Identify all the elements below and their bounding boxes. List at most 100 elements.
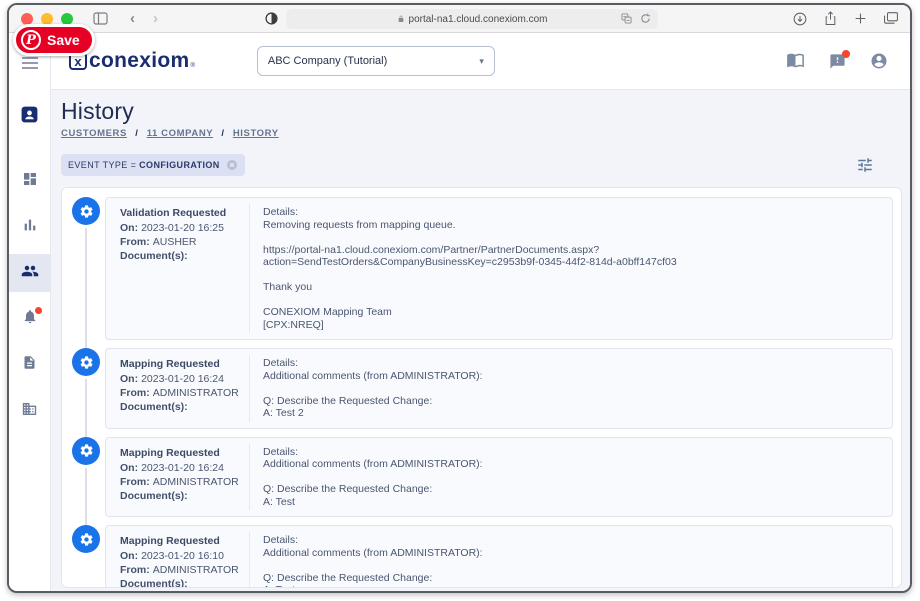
details-body: Removing requests from mapping queue. ht… — [263, 219, 876, 332]
app-body: x conexiom ® ABC Company (Tutorial) ▾ — [9, 33, 910, 593]
filter-row: EVENT TYPE = CONFIGURATION — [61, 154, 902, 176]
new-tab-icon[interactable] — [854, 12, 867, 25]
browser-window: ‹ › portal-na1.cloud.conexiom.com — [7, 3, 912, 593]
downloads-icon[interactable] — [793, 12, 807, 26]
share-icon[interactable] — [824, 11, 837, 26]
breadcrumb-link-company[interactable]: 11 COMPANY — [147, 128, 213, 139]
forward-button[interactable]: › — [153, 10, 158, 27]
sidebar-toggle-icon[interactable] — [93, 12, 108, 25]
breadcrumb-link-history[interactable]: HISTORY — [233, 128, 279, 139]
logo-wordmark: conexiom — [89, 49, 189, 73]
event-title: Mapping Requested — [120, 357, 241, 371]
filter-chip-label: EVENT TYPE = CONFIGURATION — [68, 160, 220, 170]
configuration-gear-icon — [72, 437, 100, 465]
details-body: Additional comments (from ADMINISTRATOR)… — [263, 370, 876, 420]
sidebar-item-documents[interactable] — [9, 346, 51, 384]
event-documents-label: Document(s): — [120, 577, 238, 588]
notification-dot — [35, 307, 42, 314]
dashboard-icon — [22, 171, 38, 192]
pinterest-save-button[interactable]: P Save — [13, 24, 95, 56]
minimize-window-button[interactable] — [41, 13, 53, 25]
app-header: x conexiom ® ABC Company (Tutorial) ▾ — [51, 33, 910, 90]
tab-overview-icon[interactable] — [884, 12, 898, 25]
event-title: Mapping Requested — [120, 534, 241, 548]
bar-chart-icon — [22, 217, 38, 238]
timeline-column — [67, 197, 105, 340]
event-title: Mapping Requested — [120, 446, 241, 460]
event-title: Validation Requested — [120, 206, 241, 220]
history-events-panel: Validation Requested On:2023-01-20 16:25… — [61, 187, 902, 588]
chip-close-icon[interactable] — [226, 159, 238, 171]
filter-chip-event-type[interactable]: EVENT TYPE = CONFIGURATION — [61, 154, 245, 176]
window-controls — [21, 13, 73, 25]
event-meta: Mapping Requested On:2023-01-20 16:24 Fr… — [118, 444, 250, 511]
help-book-icon[interactable] — [786, 53, 805, 69]
event-from-value: ADMINISTRATOR — [153, 564, 239, 576]
pinterest-save-label: Save — [47, 32, 80, 48]
event-from-value: ADMINISTRATOR — [153, 387, 239, 399]
event-card: Validation Requested On:2023-01-20 16:25… — [105, 197, 893, 340]
document-icon — [22, 354, 37, 376]
details-label: Details: — [263, 206, 876, 219]
details-label: Details: — [263, 357, 876, 370]
sidebar-item-company[interactable] — [9, 392, 51, 430]
event-row: Mapping Requested On:2023-01-20 16:10 Fr… — [67, 525, 893, 588]
sidebar-item-notifications[interactable] — [9, 300, 51, 338]
customers-people-icon — [21, 262, 39, 285]
contact-card-icon — [20, 105, 39, 129]
back-button[interactable]: ‹ — [130, 10, 135, 27]
account-icon[interactable] — [870, 52, 888, 70]
privacy-report-icon[interactable] — [265, 12, 278, 25]
details-body: Additional comments (from ADMINISTRATOR)… — [263, 458, 876, 508]
lock-icon — [397, 14, 405, 24]
timeline-column — [67, 437, 105, 518]
pinterest-logo-icon: P — [21, 30, 41, 50]
configuration-gear-icon — [72, 525, 100, 553]
event-from-value: ADMINISTRATOR — [153, 476, 239, 488]
details-body: Additional comments (from ADMINISTRATOR)… — [263, 547, 876, 589]
reload-icon[interactable] — [640, 13, 651, 24]
details-label: Details: — [263, 534, 876, 547]
browser-toolbar: ‹ › portal-na1.cloud.conexiom.com — [9, 5, 910, 33]
filter-settings-icon[interactable] — [856, 156, 874, 174]
address-url: portal-na1.cloud.conexiom.com — [409, 14, 548, 25]
sidebar-item-contact[interactable] — [9, 98, 51, 136]
building-icon — [21, 401, 38, 422]
event-details: Details: Removing requests from mapping … — [250, 204, 880, 333]
event-meta: Validation Requested On:2023-01-20 16:25… — [118, 204, 250, 333]
event-row: Mapping Requested On:2023-01-20 16:24 Fr… — [67, 437, 893, 518]
address-bar[interactable]: portal-na1.cloud.conexiom.com — [286, 9, 658, 29]
breadcrumb-link-customers[interactable]: CUSTOMERS — [61, 128, 127, 139]
timeline-column — [67, 348, 105, 429]
close-window-button[interactable] — [21, 13, 33, 25]
feedback-icon[interactable] — [829, 53, 846, 70]
sidebar-item-analytics[interactable] — [9, 208, 51, 246]
registered-mark: ® — [190, 63, 194, 69]
event-on-value: 2023-01-20 16:10 — [141, 550, 224, 562]
configuration-gear-icon — [72, 197, 100, 225]
event-meta: Mapping Requested On:2023-01-20 16:10 Fr… — [118, 532, 250, 588]
breadcrumb-separator: / — [135, 128, 138, 139]
translate-icon[interactable] — [621, 13, 632, 24]
event-card: Mapping Requested On:2023-01-20 16:24 Fr… — [105, 348, 893, 429]
event-on-value: 2023-01-20 16:24 — [141, 462, 224, 474]
sidebar-item-customers[interactable] — [9, 254, 51, 292]
breadcrumb-separator: / — [221, 128, 224, 139]
event-on-value: 2023-01-20 16:24 — [141, 373, 224, 385]
menu-icon — [22, 56, 38, 74]
event-meta: Mapping Requested On:2023-01-20 16:24 Fr… — [118, 355, 250, 422]
event-row: Validation Requested On:2023-01-20 16:25… — [67, 197, 893, 340]
company-selector[interactable]: ABC Company (Tutorial) ▾ — [257, 46, 495, 76]
sidebar-item-dashboard[interactable] — [9, 162, 51, 200]
event-details: Details: Additional comments (from ADMIN… — [250, 444, 880, 511]
sidebar-nav — [9, 33, 51, 593]
company-selector-value: ABC Company (Tutorial) — [268, 55, 387, 67]
event-details: Details: Additional comments (from ADMIN… — [250, 532, 880, 588]
details-label: Details: — [263, 446, 876, 459]
zoom-window-button[interactable] — [61, 13, 73, 25]
timeline-column — [67, 525, 105, 588]
event-documents-label: Document(s): — [120, 249, 238, 263]
page-content: History CUSTOMERS / 11 COMPANY / HISTORY… — [51, 90, 910, 593]
event-from-value: AUSHER — [153, 236, 197, 248]
event-details: Details: Additional comments (from ADMIN… — [250, 355, 880, 422]
